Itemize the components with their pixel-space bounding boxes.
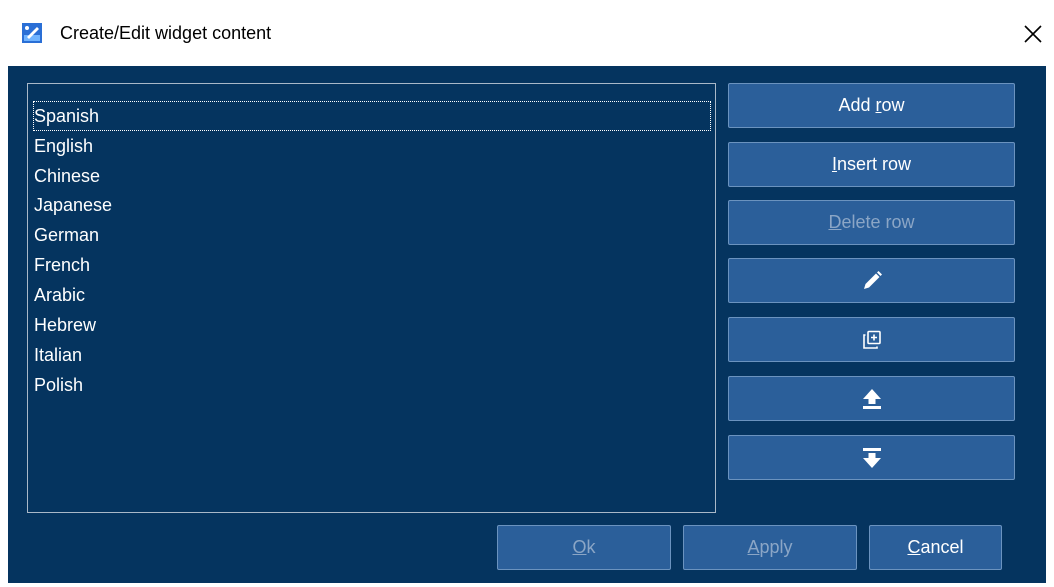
apply-label-post: pply [759, 537, 793, 557]
cancel-label-key: C [907, 537, 921, 557]
duplicate-row-button[interactable] [728, 317, 1015, 362]
list-item[interactable]: Hebrew [34, 310, 96, 340]
arrow-down-bar-icon [862, 447, 882, 469]
close-button[interactable] [1016, 17, 1050, 51]
apply-button[interactable]: Apply [683, 525, 857, 570]
paint-app-icon [22, 23, 42, 43]
list-item[interactable]: Polish [34, 370, 83, 400]
edit-row-button[interactable] [728, 258, 1015, 303]
list-item[interactable]: Spanish [33, 101, 711, 131]
move-up-button[interactable] [728, 376, 1015, 421]
ok-label-key: O [572, 537, 587, 557]
add-row-label-post: ow [881, 95, 905, 115]
delete-row-label-post: elete row [841, 212, 915, 232]
ok-label-post: k [586, 537, 596, 557]
move-down-button[interactable] [728, 435, 1015, 480]
delete-row-label-key: D [828, 212, 842, 232]
list-item[interactable]: Arabic [34, 280, 85, 310]
add-row-label-pre: Add [838, 95, 876, 115]
list-item[interactable]: Italian [34, 340, 82, 370]
list-item[interactable]: French [34, 250, 90, 280]
title-bar: Create/Edit widget content [0, 0, 1054, 66]
dialog-window: Create/Edit widget content Spanish Engli… [0, 0, 1054, 587]
duplicate-add-icon [862, 330, 882, 350]
window-title: Create/Edit widget content [60, 23, 272, 43]
list-item[interactable]: German [34, 220, 99, 250]
delete-row-button[interactable]: Delete row [728, 200, 1015, 245]
list-item[interactable]: Japanese [34, 190, 112, 220]
list-item[interactable]: English [34, 131, 93, 161]
insert-row-label-post: nsert row [836, 154, 912, 174]
close-icon [1024, 25, 1042, 43]
dialog-body: Spanish English Chinese Japanese German … [8, 66, 1046, 583]
list-item[interactable]: Chinese [34, 161, 100, 191]
apply-label-key: A [747, 537, 760, 557]
arrow-up-bar-icon [862, 388, 882, 410]
cancel-label-post: ancel [920, 537, 964, 557]
cancel-button[interactable]: Cancel [869, 525, 1002, 570]
insert-row-button[interactable]: Insert row [728, 142, 1015, 187]
ok-button[interactable]: Ok [497, 525, 671, 570]
content-listbox[interactable]: Spanish English Chinese Japanese German … [27, 83, 716, 513]
pencil-icon [861, 270, 883, 292]
add-row-button[interactable]: Add r ow [728, 83, 1015, 128]
